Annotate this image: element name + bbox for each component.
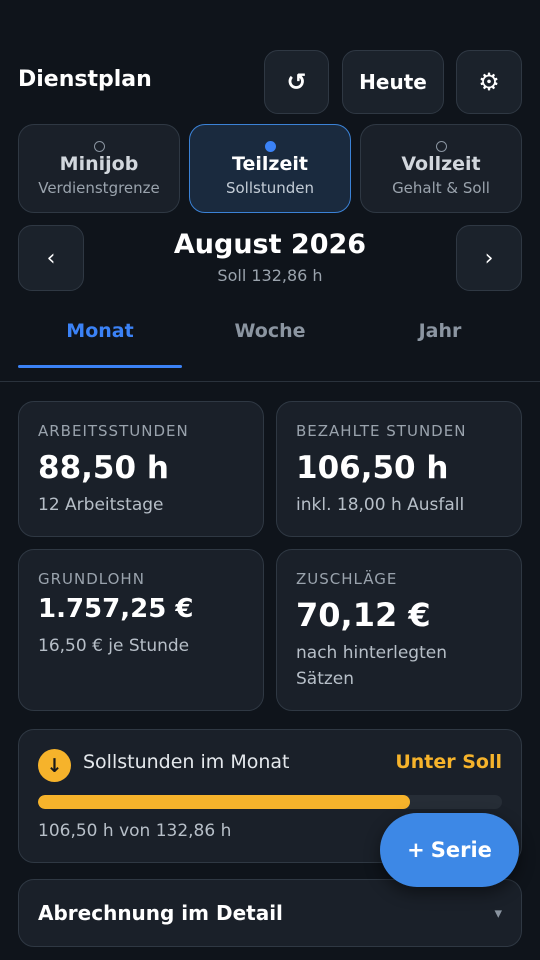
tab-monat[interactable]: Monat xyxy=(18,316,182,372)
stat-card-base-pay: GRUNDLOHN 1.757,25 € 16,50 € je Stunde xyxy=(18,549,264,711)
month-target-hours: Soll 132,86 h xyxy=(217,266,323,285)
month-navigation: ‹ August 2026 Soll 132,86 h › xyxy=(18,225,522,291)
target-progress-bar xyxy=(38,795,502,809)
radio-indicator xyxy=(93,141,105,152)
target-status-badge: Unter Soll xyxy=(395,751,502,773)
settings-button[interactable]: ⚙ xyxy=(456,50,522,114)
reset-button[interactable]: ↺ xyxy=(264,50,329,114)
stat-label: GRUNDLOHN xyxy=(38,570,145,588)
app-title: Dienstplan xyxy=(18,67,152,92)
tab-divider xyxy=(0,381,540,382)
billing-detail-title: Abrechnung im Detail xyxy=(38,901,283,925)
employment-mode-selector: Minijob Verdienstgrenze Teilzeit Sollstu… xyxy=(18,124,522,213)
chevron-down-icon: ▾ xyxy=(494,904,502,922)
header: Dienstplan ↺ Heute ⚙ xyxy=(18,50,522,114)
stat-card-paid-hours: BEZAHLTE STUNDEN 106,50 h inkl. 18,00 h … xyxy=(276,401,522,537)
stat-value: 70,12 € xyxy=(296,596,431,634)
target-summary: 106,50 h von 132,86 h xyxy=(38,821,232,841)
mode-sublabel: Sollstunden xyxy=(225,179,314,197)
radio-indicator xyxy=(264,141,276,152)
period-tabs: Monat Woche Jahr xyxy=(18,316,522,372)
stat-sub: nach hinterlegten Sätzen xyxy=(296,643,447,689)
gear-icon: ⚙ xyxy=(478,68,500,96)
month-title: August 2026 xyxy=(173,229,367,260)
today-button[interactable]: Heute xyxy=(342,50,444,114)
stat-sub: inkl. 18,00 h Ausfall xyxy=(296,495,465,515)
billing-detail-accordion[interactable]: Abrechnung im Detail ▾ xyxy=(18,879,522,947)
stat-label: ARBEITSSTUNDEN xyxy=(38,422,189,440)
mode-minijob[interactable]: Minijob Verdienstgrenze xyxy=(18,124,180,213)
next-month-button[interactable]: › xyxy=(456,225,522,291)
tab-woche[interactable]: Woche xyxy=(188,316,352,372)
add-series-label: Serie xyxy=(430,838,492,862)
refresh-icon: ↺ xyxy=(286,68,307,96)
mode-label: Teilzeit xyxy=(232,153,308,175)
stat-value: 1.757,25 € xyxy=(38,594,194,624)
stat-sub: 16,50 € je Stunde xyxy=(38,636,190,656)
mode-label: Minijob xyxy=(59,153,139,175)
stat-card-work-hours: ARBEITSSTUNDEN 88,50 h 12 Arbeitstage xyxy=(18,401,264,537)
tab-jahr[interactable]: Jahr xyxy=(358,316,522,372)
target-title: Sollstunden im Monat xyxy=(83,751,290,773)
arrow-down-icon: ↓ xyxy=(38,749,71,782)
stat-sub: 12 Arbeitstage xyxy=(38,495,164,515)
stat-label: ZUSCHLÄGE xyxy=(296,570,398,588)
mode-sublabel: Verdienstgrenze xyxy=(38,179,160,197)
stat-value: 88,50 h xyxy=(38,450,169,486)
chevron-right-icon: › xyxy=(484,245,494,271)
mode-vollzeit[interactable]: Vollzeit Gehalt & Soll xyxy=(360,124,522,213)
radio-indicator xyxy=(435,141,447,152)
mode-teilzeit[interactable]: Teilzeit Sollstunden xyxy=(189,124,351,213)
stat-label: BEZAHLTE STUNDEN xyxy=(296,422,467,440)
plus-icon: + xyxy=(407,838,425,862)
mode-label: Vollzeit xyxy=(401,153,481,175)
stat-card-surcharges: ZUSCHLÄGE 70,12 € nach hinterlegten Sätz… xyxy=(276,549,522,711)
stat-value: 106,50 h xyxy=(296,450,449,486)
mode-sublabel: Gehalt & Soll xyxy=(392,179,490,197)
add-series-button[interactable]: + Serie xyxy=(380,813,519,887)
target-progress-fill xyxy=(38,795,410,809)
